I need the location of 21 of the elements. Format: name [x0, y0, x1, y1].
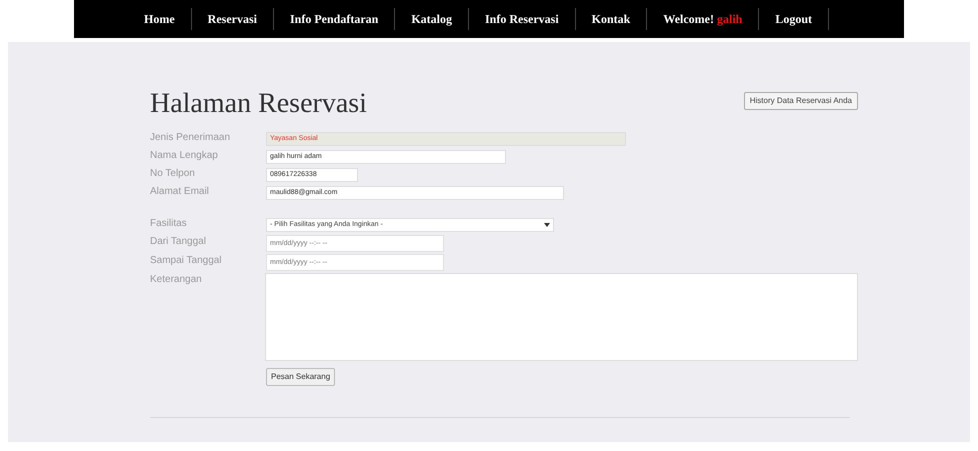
nav-link[interactable]: Reservasi — [208, 10, 257, 28]
field-label: Jenis Penerimaan — [150, 131, 232, 145]
field-label: Dari Tanggal — [150, 235, 207, 249]
nav-link[interactable]: Info Pendaftaran — [290, 10, 378, 28]
notes-textarea[interactable] — [264, 273, 858, 361]
field-label: Nama Lengkap — [150, 149, 219, 163]
dropdown-arrow-icon — [544, 223, 550, 227]
field-label: No Telpon — [150, 167, 196, 181]
submit-button[interactable]: Pesan Sekarang — [266, 368, 336, 386]
field-label: Alamat Email — [150, 185, 210, 199]
nav-link[interactable]: Welcome! galih — [663, 10, 742, 28]
nav-link[interactable]: Home — [144, 10, 175, 28]
field-label: Keterangan — [150, 273, 203, 287]
page-title: Halaman Reservasi — [150, 90, 367, 118]
field-label: Fasilitas — [150, 217, 188, 231]
field-label: Sampai Tanggal — [150, 254, 223, 268]
nav-link[interactable]: Info Reservasi — [485, 10, 559, 28]
nav-link[interactable]: Kontak — [592, 10, 630, 28]
nav-link[interactable]: Logout — [775, 10, 812, 28]
nav-link[interactable]: Katalog — [411, 10, 452, 28]
history-button[interactable]: History Data Reservasi Anda — [744, 92, 858, 110]
